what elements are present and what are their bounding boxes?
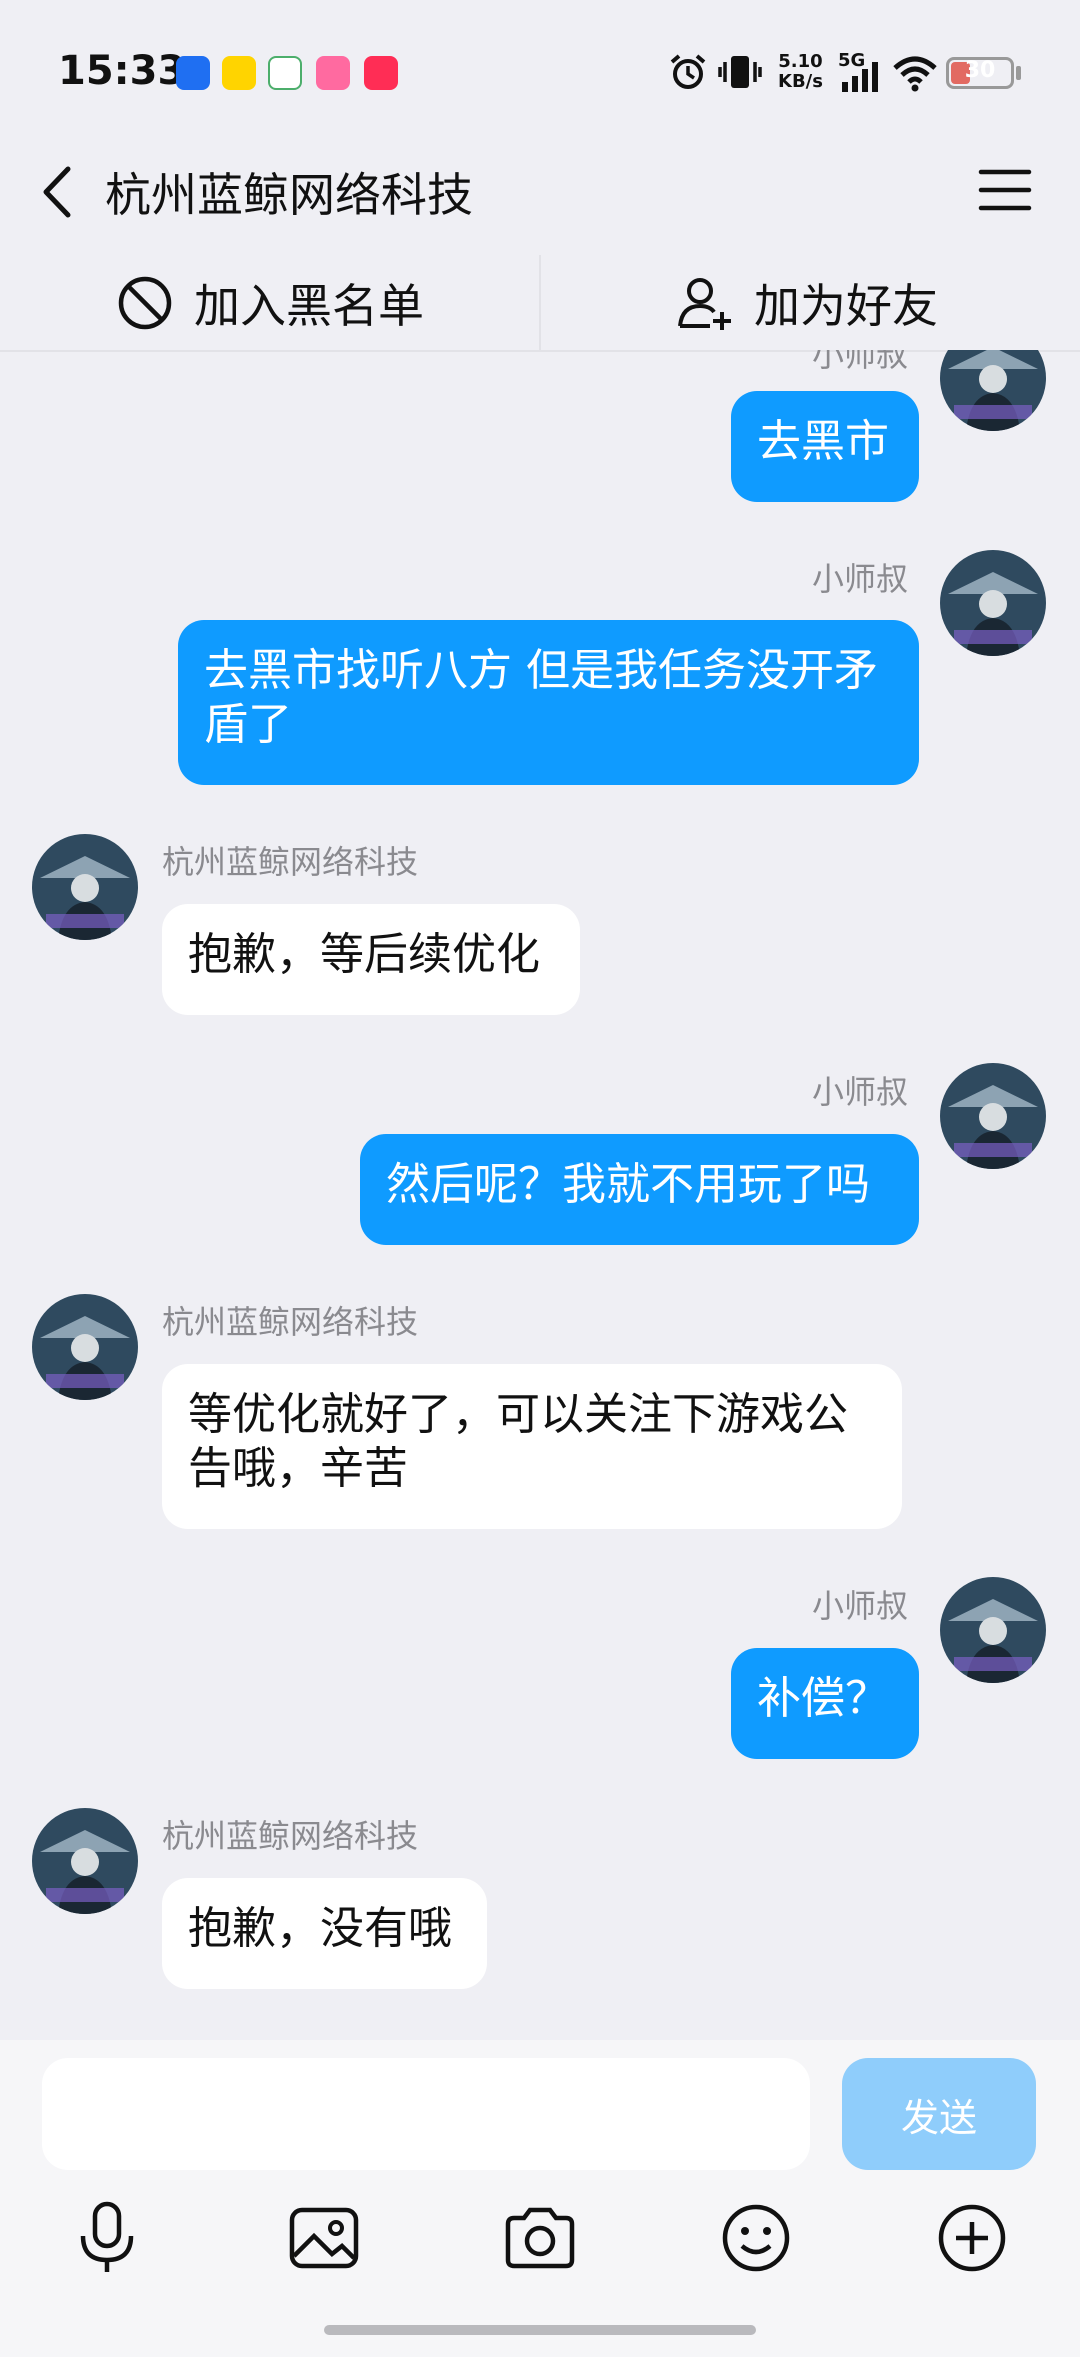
nav-bar: 杭州蓝鲸网络科技	[0, 135, 1080, 255]
image-icon[interactable]	[284, 2198, 364, 2278]
network-speed-value: 5.10	[778, 51, 823, 72]
avatar-image	[32, 834, 138, 940]
avatar-image	[32, 1808, 138, 1914]
sender-name: 小师叔	[811, 1587, 908, 1625]
block-label: 加入黑名单	[194, 278, 424, 333]
avatar[interactable]	[32, 834, 138, 940]
avatar[interactable]	[940, 350, 1046, 431]
bilibili-app-icon	[316, 56, 350, 90]
message-bubble[interactable]: 等优化就好了，可以关注下游戏公告哦，辛苦	[162, 1364, 902, 1529]
block-button[interactable]: 加入黑名单	[116, 255, 424, 350]
emoji-icon[interactable]	[716, 2198, 796, 2278]
hamburger-menu-icon[interactable]	[975, 160, 1035, 220]
message-bubble[interactable]: 补偿？	[731, 1648, 919, 1759]
message-bubble[interactable]: 抱歉，没有哦	[162, 1878, 487, 1989]
action-divider	[539, 255, 541, 350]
block-icon	[118, 276, 172, 329]
sender-name: 杭州蓝鲸网络科技	[162, 1817, 419, 1855]
battery-icon: 30	[946, 57, 1014, 89]
message-bubble[interactable]: 去黑市找听八方 但是我任务没开矛盾了	[178, 620, 919, 785]
vibrate-icon	[718, 56, 762, 88]
camera-icon[interactable]	[500, 2198, 580, 2278]
battery-level: 30	[964, 58, 996, 83]
message-bubble[interactable]: 抱歉，等后续优化	[162, 904, 580, 1015]
chat-list[interactable]: 小师叔 去黑市 小师叔 去黑市找听八方 但是我任务没开矛盾了 杭州蓝鲸网络科技 …	[0, 350, 1080, 2040]
status-time: 15:33	[58, 48, 186, 94]
red-video-app-icon	[364, 56, 398, 90]
page-title: 杭州蓝鲸网络科技	[105, 168, 473, 222]
avatar[interactable]	[940, 1577, 1046, 1683]
avatar-image	[940, 1577, 1046, 1683]
microphone-icon[interactable]	[67, 2198, 147, 2278]
sender-name: 杭州蓝鲸网络科技	[162, 843, 419, 881]
battery-tip	[1016, 66, 1021, 80]
add-friend-label: 加为好友	[754, 278, 938, 333]
avatar[interactable]	[940, 1063, 1046, 1169]
input-bar: 发送	[0, 2040, 1080, 2357]
avatar[interactable]	[32, 1294, 138, 1400]
sender-name: 小师叔	[811, 350, 908, 374]
add-friend-button[interactable]: 加为好友	[676, 255, 938, 350]
sender-name: 小师叔	[811, 560, 908, 598]
avatar-image	[940, 1063, 1046, 1169]
avatar[interactable]	[32, 1808, 138, 1914]
add-user-icon	[678, 277, 731, 330]
plus-icon[interactable]	[932, 2198, 1012, 2278]
green-leaf-app-icon	[268, 56, 302, 90]
network-speed-unit: KB/s	[778, 71, 823, 92]
send-button[interactable]: 发送	[842, 2058, 1036, 2170]
sender-name: 小师叔	[811, 1073, 908, 1111]
alarm-icon	[670, 54, 706, 89]
avatar-image	[32, 1294, 138, 1400]
fenxiang-app-icon	[176, 56, 210, 90]
avatar-image	[940, 550, 1046, 656]
network-speed: 5.10 KB/s	[778, 52, 823, 92]
yellow-app-icon	[222, 56, 256, 90]
message-bubble[interactable]: 去黑市	[731, 391, 919, 502]
avatar-image	[940, 350, 1046, 431]
message-bubble[interactable]: 然后呢？我就不用玩了吗	[360, 1134, 919, 1245]
status-bar: 15:33 5.10 KB/s 5G 30	[0, 0, 1080, 135]
chevron-left-icon[interactable]	[34, 157, 84, 227]
sender-name: 杭州蓝鲸网络科技	[162, 1303, 419, 1341]
message-input[interactable]	[42, 2058, 810, 2170]
action-bar: 加入黑名单 加为好友	[0, 255, 1080, 352]
home-indicator[interactable]	[324, 2325, 756, 2335]
wifi-icon	[893, 56, 937, 92]
avatar[interactable]	[940, 550, 1046, 656]
signal-icon	[842, 62, 878, 92]
